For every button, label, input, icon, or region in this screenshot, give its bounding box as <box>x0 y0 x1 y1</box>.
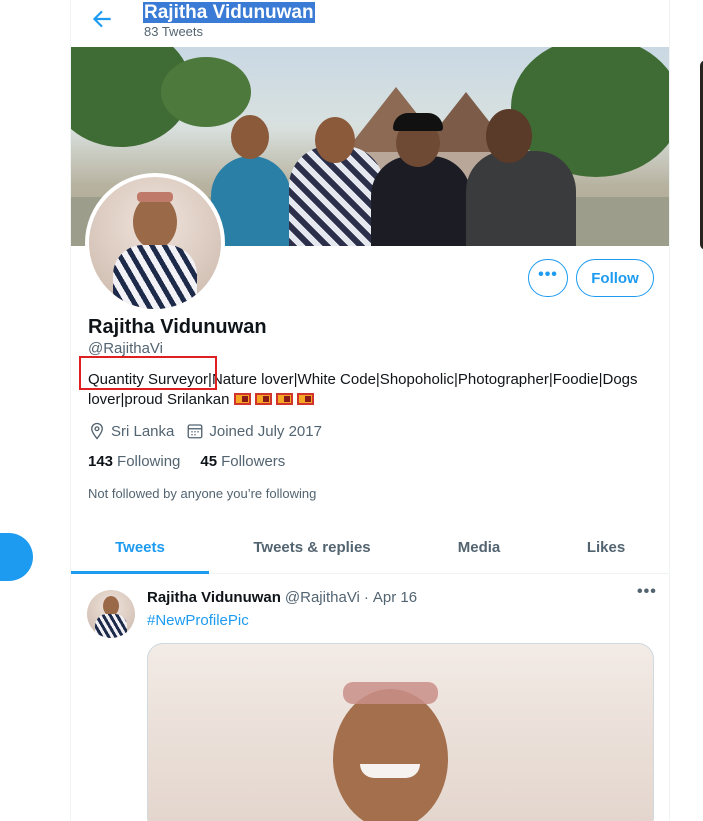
avatar-sunglasses <box>137 192 173 202</box>
more-options-button[interactable]: ••• <box>528 259 568 297</box>
palm-tree-shape <box>161 57 251 127</box>
annotation-highlight-box <box>79 356 217 390</box>
media-face <box>333 689 448 821</box>
person-head <box>231 115 269 159</box>
tweet-more-options[interactable]: ••• <box>637 583 657 601</box>
following-count: 143 <box>88 453 114 470</box>
header-title: Rajitha Vidunuwan <box>143 2 315 23</box>
more-options-label: ••• <box>538 266 558 283</box>
person-cap <box>393 113 443 131</box>
profile-header: Rajitha Vidunuwan 83 Tweets <box>71 0 669 47</box>
avatar-face <box>133 195 177 249</box>
person-shape <box>371 156 471 246</box>
location-item: Sri Lanka <box>88 422 174 440</box>
tweet-count: 83 Tweets <box>144 24 204 39</box>
follow-button[interactable]: Follow <box>576 259 654 297</box>
profile-tabs: Tweets Tweets & replies Media Likes <box>71 520 669 574</box>
media-smile <box>360 764 420 778</box>
following-label: Following <box>117 453 181 470</box>
following-link[interactable]: 143 Following <box>88 453 180 470</box>
tweet-hashtag[interactable]: #NewProfilePic <box>147 612 249 629</box>
not-followed-note: Not followed by anyone you’re following <box>88 486 317 501</box>
person-head <box>315 117 355 163</box>
tweet-date[interactable]: Apr 16 <box>373 589 417 606</box>
twitter-profile-page: Rajitha Vidunuwan 83 Tweets ••• Follow R… <box>0 0 703 821</box>
tweet-compose-button[interactable] <box>0 533 33 581</box>
sri-lanka-flag-emoji <box>275 393 293 405</box>
followers-count: 45 <box>200 453 218 470</box>
tweet-media-image[interactable] <box>147 643 654 821</box>
tweet-author-name[interactable]: Rajitha Vidunuwan <box>147 589 281 606</box>
sri-lanka-flag-emoji <box>296 393 314 405</box>
location-pin-icon <box>91 422 103 440</box>
tweet-author-handle[interactable]: @RajithaVi <box>285 589 360 606</box>
person-shape <box>466 151 576 246</box>
followers-link[interactable]: 45 Followers <box>200 453 285 470</box>
followers-label: Followers <box>221 453 286 470</box>
joined-item: Joined July 2017 <box>186 422 322 440</box>
tweet-header: Rajitha Vidunuwan @RajithaVi · Apr 16 <box>147 589 417 606</box>
tab-tweets[interactable]: Tweets <box>71 520 209 574</box>
active-tab-indicator <box>71 571 209 574</box>
sri-lanka-flag-emoji <box>233 393 251 405</box>
tweet-separator: · <box>363 589 369 606</box>
tab-media[interactable]: Media <box>415 520 543 574</box>
tweet-avatar-face <box>103 596 119 616</box>
media-sunglasses <box>343 682 438 704</box>
profile-avatar[interactable] <box>85 173 225 313</box>
profile-name: Rajitha Vidunuwan <box>88 316 267 338</box>
sri-lanka-flag-emoji <box>254 393 272 405</box>
joined-text: Joined July 2017 <box>209 422 322 440</box>
calendar-icon <box>187 424 203 439</box>
profile-meta: Sri Lanka Joined July 2017 <box>88 422 334 440</box>
tweet-item[interactable]: Rajitha Vidunuwan @RajithaVi · Apr 16 ••… <box>71 575 669 821</box>
tab-tweets-replies[interactable]: Tweets & replies <box>209 520 415 574</box>
person-head <box>486 109 532 163</box>
tab-likes[interactable]: Likes <box>543 520 669 574</box>
follow-counts: 143 Following 45 Followers <box>88 453 305 470</box>
arrow-left-icon[interactable] <box>89 6 115 32</box>
profile-column: Rajitha Vidunuwan 83 Tweets ••• Follow R… <box>70 0 670 821</box>
tweet-avatar-shirt <box>95 614 127 638</box>
avatar-photo <box>89 177 221 309</box>
tweet-author-avatar[interactable] <box>87 590 135 638</box>
location-text: Sri Lanka <box>111 422 175 440</box>
avatar-shirt <box>113 245 197 309</box>
profile-handle: @RajithaVi <box>88 340 163 357</box>
